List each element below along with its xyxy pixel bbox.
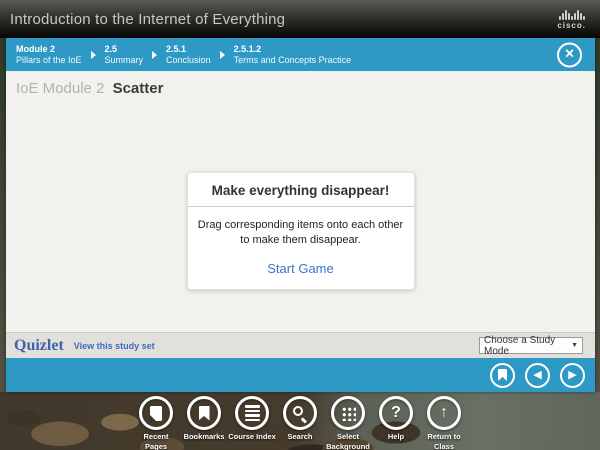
bookmarks-circle (187, 396, 221, 430)
list-icon (245, 405, 260, 421)
help-circle: ? (379, 396, 413, 430)
arrow-right-icon: ▶ (568, 370, 576, 381)
study-mode-selected-value: Choose a Study Mode (484, 335, 571, 357)
close-icon: × (565, 47, 574, 63)
toolbar-label: Recent Pages (132, 432, 180, 450)
grid-icon (341, 406, 356, 421)
breadcrumb-code: Module 2 (16, 44, 82, 55)
breadcrumb: Module 2 Pillars of the IoE 2.5 Summary … (6, 38, 595, 71)
help-button[interactable]: ? Help (372, 396, 420, 450)
return-to-class-button[interactable]: ↑ Return to Class (420, 396, 468, 450)
toolbar-label: Search (287, 432, 312, 442)
select-background-button[interactable]: Select Background (324, 396, 372, 450)
breadcrumb-code: 2.5 (105, 44, 144, 55)
courseware-window: Introduction to the Internet of Everythi… (0, 0, 600, 450)
cisco-logo: cisco. (557, 9, 586, 30)
breadcrumb-item-section[interactable]: 2.5 Summary (105, 44, 144, 65)
search-button[interactable]: Search (276, 396, 324, 450)
bookmark-icon (199, 406, 210, 421)
breadcrumb-label: Terms and Concepts Practice (234, 55, 352, 65)
page-title-main: Scatter (113, 80, 164, 97)
chevron-right-icon (91, 51, 96, 59)
bookmark-icon (498, 369, 507, 381)
dialog-title: Make everything disappear! (188, 173, 414, 207)
breadcrumb-code: 2.5.1 (166, 44, 211, 55)
page-title: IoE Module 2 Scatter (6, 71, 595, 97)
breadcrumb-item-topic[interactable]: 2.5.1 Conclusion (166, 44, 211, 65)
game-dialog: Make everything disappear! Drag correspo… (187, 172, 415, 290)
study-mode-select[interactable]: Choose a Study Mode ▼ (479, 337, 583, 354)
dialog-instructions: Drag corresponding items onto each other… (188, 207, 414, 249)
breadcrumb-label: Summary (105, 55, 144, 65)
previous-page-button[interactable]: ◀ (525, 363, 550, 388)
recent-pages-icon (150, 406, 162, 421)
return-circle: ↑ (427, 396, 461, 430)
chevron-right-icon (220, 51, 225, 59)
bookmarks-button[interactable]: Bookmarks (180, 396, 228, 450)
quizlet-bar: Quizlet View this study set Choose a Stu… (6, 332, 595, 358)
chevron-right-icon (152, 51, 157, 59)
chevron-down-icon: ▼ (571, 342, 578, 349)
bottom-toolbar: Recent Pages Bookmarks Course Index Sear… (0, 396, 600, 450)
cisco-wordmark: cisco. (557, 21, 586, 30)
content-panel: Module 2 Pillars of the IoE 2.5 Summary … (6, 38, 595, 392)
activity-area: IoE Module 2 Scatter Make everything dis… (6, 71, 595, 332)
course-index-circle (235, 396, 269, 430)
close-button[interactable]: × (557, 42, 582, 67)
arrow-up-icon: ↑ (440, 405, 448, 421)
search-circle (283, 396, 317, 430)
question-mark-icon: ? (391, 405, 401, 421)
breadcrumb-code: 2.5.1.2 (234, 44, 352, 55)
title-bar: Introduction to the Internet of Everythi… (0, 0, 600, 38)
recent-pages-circle (139, 396, 173, 430)
breadcrumb-label: Conclusion (166, 55, 211, 65)
toolbar-label: Return to Class (420, 432, 468, 450)
toolbar-label: Help (388, 432, 404, 442)
course-title: Introduction to the Internet of Everythi… (10, 11, 285, 28)
toolbar-label: Bookmarks (184, 432, 225, 442)
page-title-prefix: IoE Module 2 (16, 80, 104, 97)
toolbar-label: Course Index (228, 432, 276, 442)
breadcrumb-label: Pillars of the IoE (16, 55, 82, 65)
cisco-bridge-icon (559, 9, 585, 20)
arrow-left-icon: ◀ (533, 370, 541, 381)
add-bookmark-button[interactable] (490, 363, 515, 388)
toolbar-label: Select Background (324, 432, 372, 450)
next-page-button[interactable]: ▶ (560, 363, 585, 388)
start-game-button[interactable]: Start Game (267, 249, 333, 289)
select-background-circle (331, 396, 365, 430)
page-nav-bar: ◀ ▶ (6, 358, 595, 392)
quizlet-logo[interactable]: Quizlet (14, 337, 64, 355)
breadcrumb-item-module[interactable]: Module 2 Pillars of the IoE (16, 44, 82, 65)
view-study-set-link[interactable]: View this study set (74, 341, 155, 351)
breadcrumb-item-page[interactable]: 2.5.1.2 Terms and Concepts Practice (234, 44, 352, 65)
search-icon (292, 405, 308, 421)
recent-pages-button[interactable]: Recent Pages (132, 396, 180, 450)
course-index-button[interactable]: Course Index (228, 396, 276, 450)
